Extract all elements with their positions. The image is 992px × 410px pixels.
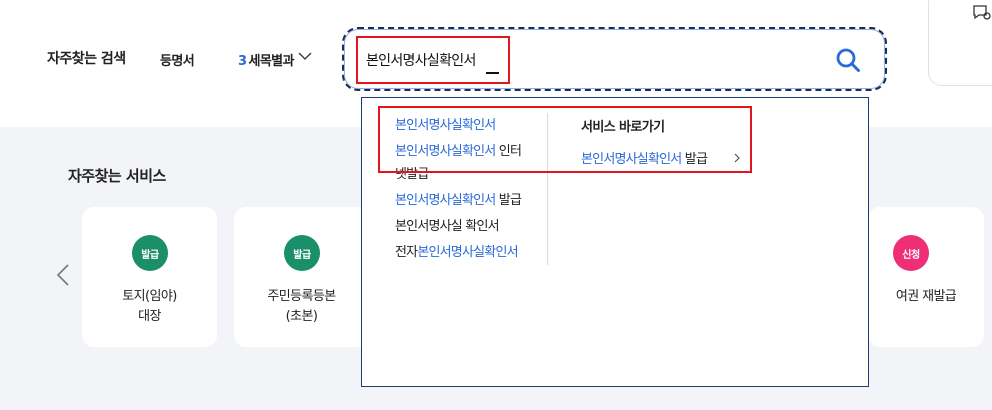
frequent-keywords-label: 자주찾는 검색 bbox=[47, 51, 126, 67]
search-icon[interactable] bbox=[835, 47, 861, 73]
chevron-left-icon[interactable] bbox=[55, 263, 71, 287]
frequent-keyword-text: 세목별과 bbox=[248, 54, 294, 69]
suggestion-rest: 본인서명사실 확인서 bbox=[395, 219, 500, 234]
apply-badge: 신청 bbox=[893, 235, 929, 271]
suggestion-prefix: 전자 bbox=[395, 245, 418, 260]
chevron-down-icon[interactable] bbox=[297, 49, 313, 63]
suggestion-match: 본인서명사실확인서 bbox=[417, 245, 518, 260]
suggestion-item[interactable]: 본인서명사실 확인서 bbox=[395, 217, 500, 237]
frequent-keyword-item[interactable]: 등명서 bbox=[160, 50, 200, 69]
service-card-label: 주민등록등본 (초본) bbox=[267, 289, 336, 324]
issue-badge: 발급 bbox=[284, 235, 320, 271]
suggestion-item[interactable]: 본인서명사실확인서 발급 bbox=[395, 191, 522, 211]
suggestion-match: 본인서명사실확인서 bbox=[395, 193, 496, 208]
issue-badge: 발급 bbox=[132, 235, 168, 271]
chat-icon[interactable] bbox=[972, 4, 992, 22]
frequent-keyword-text: 등명서 bbox=[160, 54, 195, 69]
suggestion-item[interactable]: 전자본인서명사실확인서 bbox=[395, 243, 519, 263]
service-card[interactable]: 신청 여권 재발급 bbox=[868, 207, 984, 347]
service-card[interactable]: 발급 주민등록등본 (초본) bbox=[234, 207, 369, 347]
highlight-box-suggestions bbox=[378, 106, 752, 173]
suggestion-rest: 발급 bbox=[495, 193, 522, 208]
highlight-box-search-text bbox=[356, 36, 510, 84]
frequent-keyword-rank: 3 bbox=[238, 54, 247, 69]
frequent-services-title: 자주찾는 서비스 bbox=[68, 167, 166, 185]
service-card-label: 여권 재발급 bbox=[895, 289, 957, 304]
service-card[interactable]: 발급 토지(임야) 대장 bbox=[82, 207, 217, 347]
service-card-label: 토지(임야) 대장 bbox=[122, 289, 177, 324]
